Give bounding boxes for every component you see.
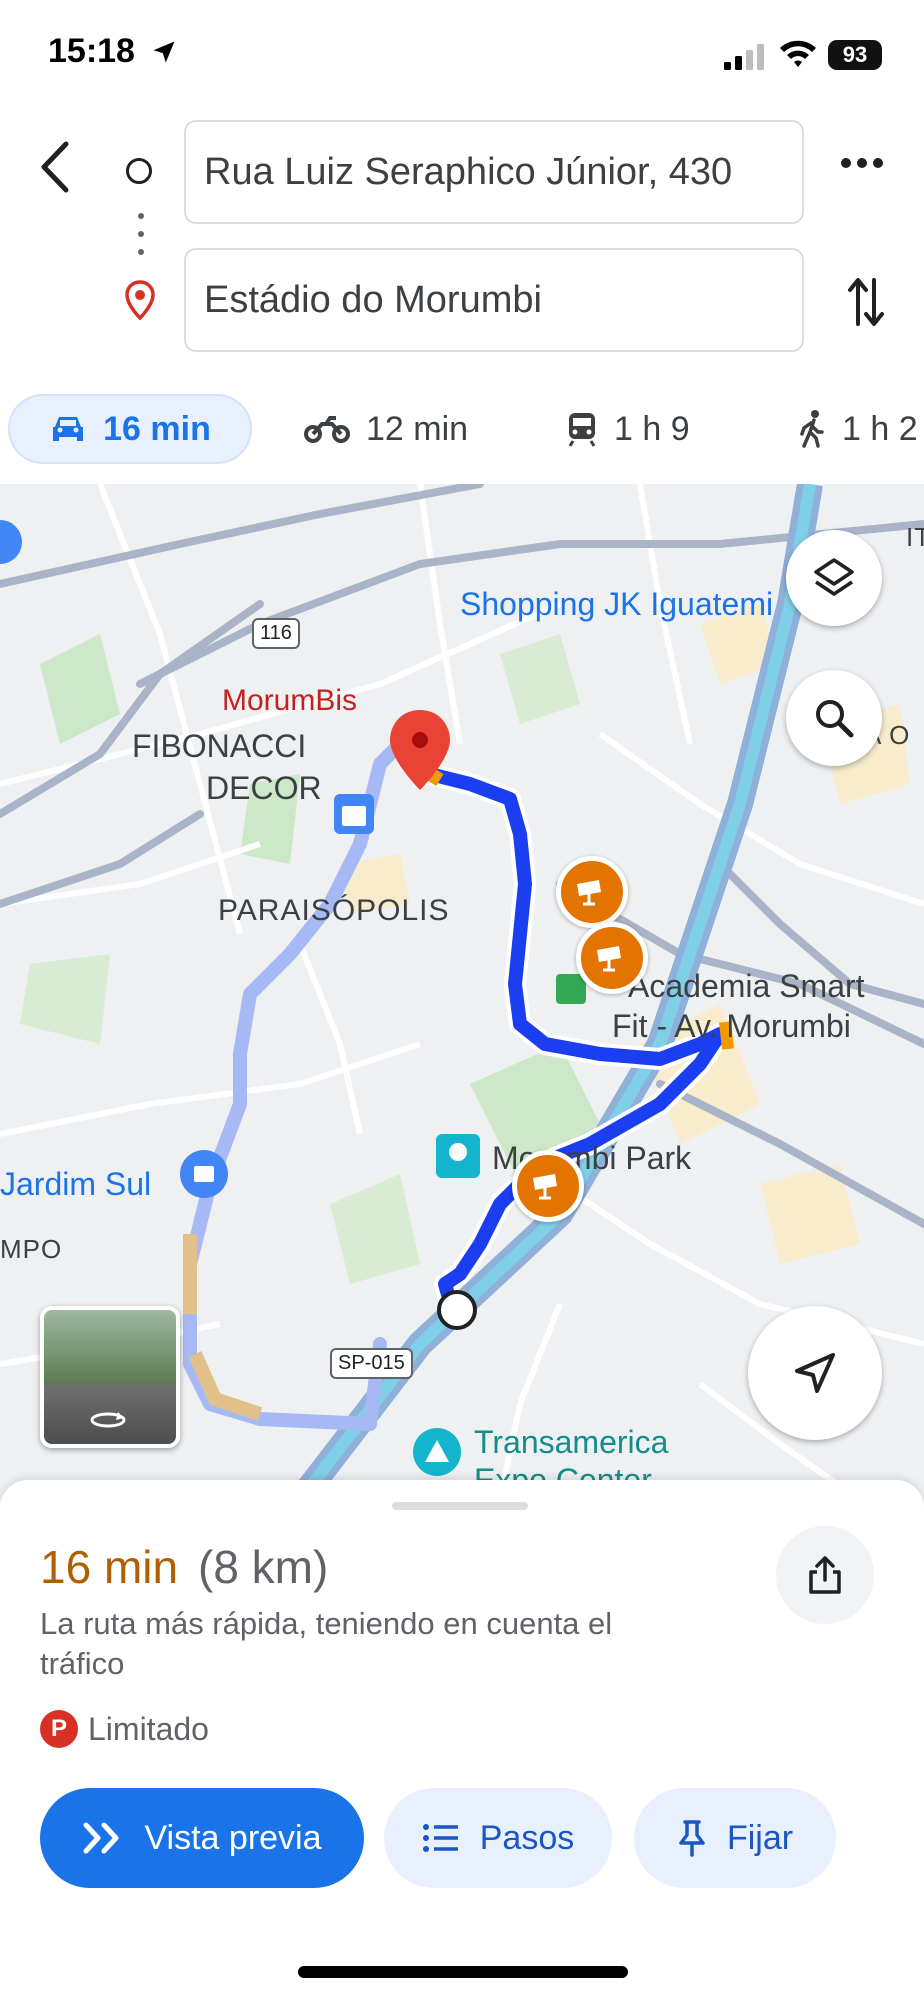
rotate-360-icon bbox=[90, 1412, 126, 1428]
mode-motorcycle-label: 12 min bbox=[366, 409, 469, 448]
highway-shield-116: 116 bbox=[252, 618, 300, 649]
route-eta: 16 min bbox=[40, 1541, 179, 1593]
car-icon bbox=[53, 417, 84, 441]
battery-indicator: 93 bbox=[828, 40, 882, 70]
parking-status: Limitado bbox=[88, 1711, 209, 1747]
mode-walking[interactable]: 1 h 2 bbox=[800, 394, 918, 464]
poi-fibonacci-label-line2[interactable]: DECOR bbox=[206, 770, 322, 807]
poi-jardim-label[interactable]: Jardim Sul bbox=[0, 1166, 151, 1203]
location-arrow-icon bbox=[150, 38, 178, 71]
preview-button[interactable]: Vista previa bbox=[40, 1788, 364, 1888]
search-button[interactable] bbox=[786, 670, 882, 766]
poi-fibonacci-label-line1[interactable]: FIBONACCI bbox=[132, 728, 306, 765]
motorcycle-icon bbox=[304, 416, 350, 443]
steps-button-label: Pasos bbox=[479, 1818, 575, 1857]
route-description: La ruta más rápida, teniendo en cuenta e… bbox=[40, 1606, 613, 1681]
walk-icon bbox=[800, 410, 824, 448]
route-connector-dots bbox=[137, 212, 145, 265]
area-edge-label: MPO bbox=[0, 1234, 63, 1264]
mode-motorcycle[interactable]: 12 min bbox=[304, 394, 468, 464]
parking-icon: P bbox=[40, 1710, 78, 1748]
street-view-thumbnail[interactable] bbox=[40, 1306, 180, 1448]
route-distance: (8 km) bbox=[198, 1541, 329, 1593]
speed-camera-icon[interactable] bbox=[576, 922, 648, 994]
pin-icon bbox=[679, 1820, 705, 1857]
share-button[interactable] bbox=[776, 1526, 874, 1624]
preview-button-label: Vista previa bbox=[144, 1818, 322, 1857]
mode-transit-label: 1 h 9 bbox=[614, 409, 690, 448]
share-icon bbox=[809, 1556, 841, 1594]
map-view[interactable]: Shopping JK Iguatemi MorumBis FIBONACCI … bbox=[0, 484, 924, 1500]
sheet-drag-handle[interactable] bbox=[392, 1502, 528, 1510]
area-paraisopolis-label: PARAISÓPOLIS bbox=[218, 894, 450, 927]
destination-pin-icon bbox=[124, 280, 156, 325]
back-button[interactable] bbox=[36, 140, 72, 199]
list-icon bbox=[422, 1824, 458, 1852]
mode-driving-label: 16 min bbox=[103, 409, 211, 448]
speed-camera-icon[interactable] bbox=[512, 1150, 584, 1222]
search-icon bbox=[816, 700, 854, 738]
poi-academia-label-line2[interactable]: Fit - Av. Morumbi bbox=[612, 1008, 851, 1045]
area-edge-label-right-top: IT bbox=[906, 522, 924, 552]
pin-button[interactable]: Fijar bbox=[634, 1788, 836, 1888]
poi-morumbis-label[interactable]: MorumBis bbox=[222, 684, 357, 718]
steps-button[interactable]: Pasos bbox=[384, 1788, 612, 1888]
wifi-icon bbox=[778, 38, 818, 73]
status-time: 15:18 bbox=[48, 32, 135, 70]
layers-button[interactable] bbox=[786, 530, 882, 626]
poi-shopping-label[interactable]: Shopping JK Iguatemi bbox=[460, 586, 773, 623]
recenter-button[interactable] bbox=[748, 1306, 882, 1440]
mode-driving[interactable]: 16 min bbox=[8, 394, 252, 464]
home-indicator[interactable] bbox=[298, 1966, 628, 1978]
origin-circle-icon bbox=[126, 158, 152, 184]
double-chevron-right-icon bbox=[83, 1822, 119, 1854]
swap-directions-icon[interactable] bbox=[846, 276, 886, 333]
poi-transamerica-label[interactable]: Transamerica bbox=[474, 1424, 668, 1461]
speed-camera-icon[interactable] bbox=[556, 856, 628, 928]
origin-input[interactable]: Rua Luiz Seraphico Júnior, 430 bbox=[184, 120, 804, 224]
highway-shield-sp015: SP-015 bbox=[330, 1348, 413, 1379]
pin-button-label: Fijar bbox=[726, 1818, 794, 1857]
mode-transit[interactable]: 1 h 9 bbox=[566, 394, 690, 464]
navigation-arrow-icon bbox=[795, 1353, 835, 1393]
transit-icon bbox=[568, 413, 596, 447]
destination-input[interactable]: Estádio do Morumbi bbox=[184, 248, 804, 352]
more-options-icon[interactable] bbox=[840, 156, 884, 174]
mode-walking-label: 1 h 2 bbox=[842, 409, 918, 448]
poi-academia-label-line1[interactable]: Academia Smart bbox=[628, 968, 865, 1005]
layers-icon bbox=[814, 558, 854, 596]
cell-signal-icon bbox=[724, 44, 768, 75]
